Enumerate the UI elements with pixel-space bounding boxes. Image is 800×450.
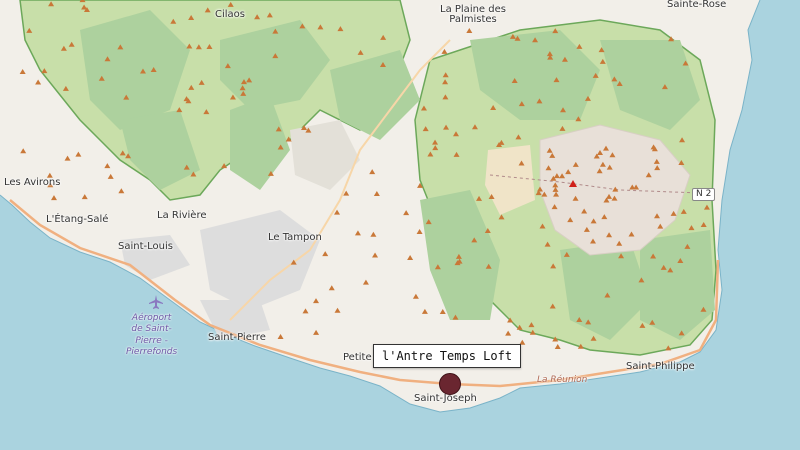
road-shield-n2: N 2 — [692, 188, 716, 201]
place-label-sainte-rose: Sainte-Rose — [667, 0, 727, 10]
place-label-saint-pierre: Saint-Pierre — [208, 332, 266, 343]
place-label-petite-ile: Petite — [343, 352, 372, 363]
map-view[interactable]: Cilaos La Plaine des Palmistes Sainte-Ro… — [0, 0, 800, 450]
place-label-saint-philippe: Saint-Philippe — [626, 361, 695, 372]
place-label-etang-sale: L'Étang-Salé — [46, 214, 109, 225]
map-base-layer — [0, 0, 800, 450]
place-label-la-riviere: La Rivière — [157, 210, 207, 221]
place-label-cilaos: Cilaos — [215, 9, 245, 20]
road-label: La Réunion — [537, 375, 588, 385]
place-label-saint-joseph: Saint-Joseph — [414, 393, 477, 404]
marker-tooltip: l'Antre Temps Loft — [373, 344, 522, 368]
place-label-saint-louis: Saint-Louis — [118, 241, 173, 252]
place-label-plaine-des-palmistes: La Plaine des Palmistes — [440, 4, 506, 25]
airplane-icon — [149, 295, 163, 309]
location-marker-icon[interactable] — [439, 373, 461, 395]
place-label-le-tampon: Le Tampon — [268, 232, 322, 243]
place-label-les-avirons: Les Avirons — [4, 177, 61, 188]
airport-label: Aéroport de Saint- Pierre - Pierrefonds — [126, 313, 178, 357]
